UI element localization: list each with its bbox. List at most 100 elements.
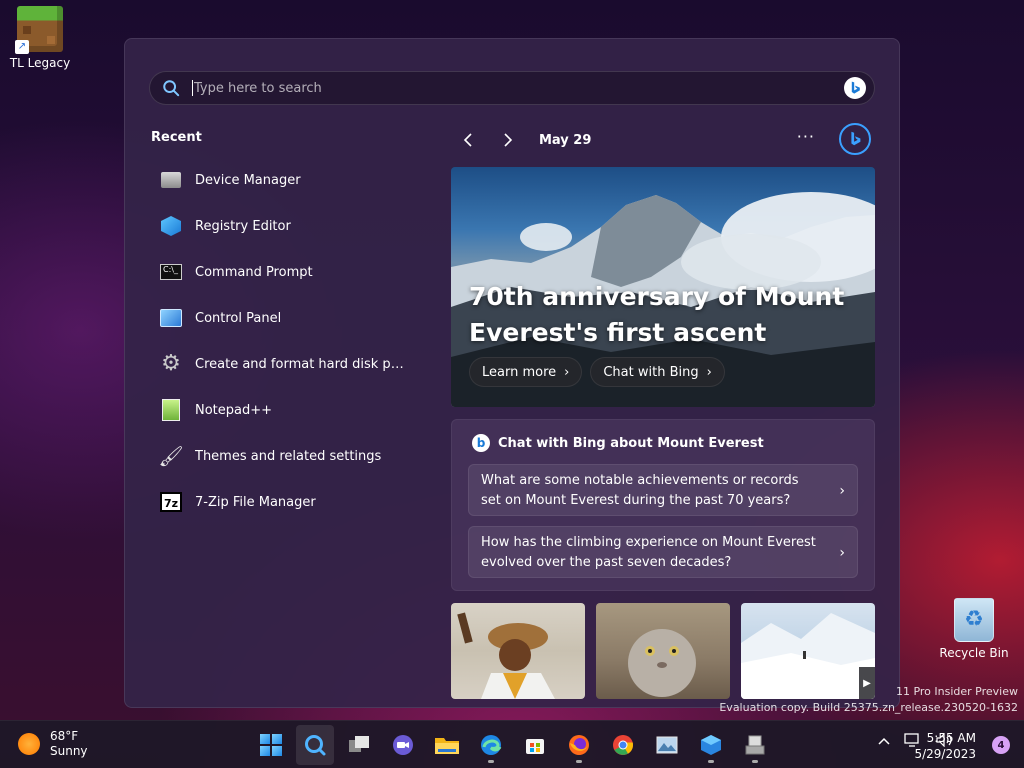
seven-zip-icon: 7z (159, 490, 183, 514)
search-icon (305, 735, 326, 756)
firefox-icon (569, 735, 589, 755)
recent-item-disk-management[interactable]: ⚙ Create and format hard disk par... (159, 341, 429, 387)
recent-item-label: Create and format hard disk par... (195, 356, 405, 372)
wild-cat-image (628, 629, 696, 697)
teams-chat-button[interactable] (384, 725, 422, 765)
search-icon (163, 80, 180, 97)
sun-icon (18, 733, 40, 755)
paintbrush-icon: 🖌 (158, 444, 184, 468)
notification-badge[interactable]: 4 (992, 736, 1010, 754)
recent-heading: Recent (151, 130, 202, 145)
search-input[interactable] (194, 80, 844, 96)
chat-question-1[interactable]: What are some notable achievements or re… (468, 464, 858, 516)
highlights-date: May 29 (539, 132, 592, 148)
notepad-plus-plus-icon (159, 398, 183, 422)
hero-actions: Learn more › Chat with Bing › (469, 357, 725, 387)
taskbar: 68°F Sunny 5:55 AM 5/29/2023 4 (0, 720, 1024, 768)
recent-item-7zip[interactable]: 7z 7-Zip File Manager (159, 479, 429, 525)
desktop-shortcut-tl-legacy[interactable]: ↗ TL Legacy (0, 6, 80, 70)
running-indicator (752, 760, 758, 763)
file-explorer-button[interactable] (428, 725, 466, 765)
learn-more-label: Learn more (482, 364, 557, 380)
weather-widget[interactable]: 68°F Sunny (18, 729, 88, 759)
recent-item-label: Command Prompt (195, 264, 313, 280)
recent-item-device-manager[interactable]: Device Manager (159, 157, 429, 203)
search-box[interactable] (149, 71, 875, 105)
edge-browser-icon (481, 735, 502, 755)
clock-time: 5:55 AM (926, 731, 976, 745)
running-indicator (488, 760, 494, 763)
hero-card[interactable]: 70th anniversary of Mount Everest's firs… (451, 167, 875, 407)
chevron-left-icon (463, 133, 472, 147)
chevron-right-icon: › (706, 364, 712, 380)
clock[interactable]: 5:55 AM 5/29/2023 (914, 730, 976, 762)
bing-chat-card: b Chat with Bing about Mount Everest Wha… (451, 419, 875, 591)
chevron-right-icon: › (564, 364, 570, 380)
show-hidden-icons-button[interactable] (878, 734, 890, 750)
chat-question-text: How has the climbing experience on Mount… (481, 535, 816, 570)
recent-item-label: Device Manager (195, 172, 301, 188)
thumbnail-climber[interactable] (451, 603, 585, 699)
recent-item-registry-editor[interactable]: Registry Editor (159, 203, 429, 249)
search-button[interactable] (296, 725, 334, 765)
chevron-right-icon (504, 133, 513, 147)
folder-icon (435, 738, 459, 754)
recycle-bin-label: Recycle Bin (939, 646, 1009, 660)
video-chat-icon (393, 735, 413, 755)
recent-item-themes[interactable]: 🖌 Themes and related settings (158, 433, 429, 479)
disk-management-icon: ⚙ (161, 351, 181, 376)
windows-logo-icon (260, 734, 282, 756)
registry-editor-icon (701, 735, 721, 755)
bing-icon[interactable] (844, 77, 866, 99)
running-indicator (708, 760, 714, 763)
chat-with-bing-label: Chat with Bing (603, 364, 699, 380)
recent-item-control-panel[interactable]: Control Panel (159, 295, 429, 341)
chat-question-text: What are some notable achievements or re… (481, 473, 799, 508)
recent-item-label: Registry Editor (195, 218, 291, 234)
chrome-icon (613, 735, 634, 755)
shortcut-arrow-icon: ↗ (15, 40, 29, 54)
recent-item-command-prompt[interactable]: C:\_ Command Prompt (159, 249, 429, 295)
store-icon (526, 739, 544, 754)
recent-item-notepad-plus-plus[interactable]: Notepad++ (159, 387, 429, 433)
start-button[interactable] (252, 725, 290, 765)
chevron-up-icon (878, 737, 890, 745)
chat-card-title: Chat with Bing about Mount Everest (498, 435, 764, 451)
chat-question-2[interactable]: How has the climbing experience on Mount… (468, 526, 858, 578)
device-manager-icon (745, 735, 765, 755)
bing-icon: b (472, 434, 490, 452)
recent-list: Device Manager Registry Editor C:\_ Comm… (158, 157, 429, 525)
store-button[interactable] (516, 725, 554, 765)
photos-icon (656, 736, 678, 754)
chrome-button[interactable] (604, 725, 642, 765)
registry-editor-icon (159, 214, 183, 238)
bing-icon (851, 131, 861, 146)
thumbnail-wild-cat[interactable] (596, 603, 730, 699)
task-view-icon (349, 736, 369, 752)
edge-button[interactable] (472, 725, 510, 765)
search-panel: Recent Device Manager Registry Editor C:… (124, 38, 900, 708)
device-manager-icon (159, 168, 183, 192)
recent-item-label: Notepad++ (195, 402, 273, 418)
more-options-button[interactable]: ··· (797, 127, 815, 146)
photos-button[interactable] (648, 725, 686, 765)
highlights-nav: May 29 ··· (455, 123, 875, 155)
bing-chat-button[interactable] (839, 123, 871, 155)
desktop-recycle-bin[interactable]: Recycle Bin (934, 598, 1014, 660)
clock-date: 5/29/2023 (914, 747, 976, 761)
weather-condition: Sunny (50, 744, 88, 758)
next-day-button[interactable] (495, 127, 521, 153)
learn-more-button[interactable]: Learn more › (469, 357, 583, 387)
chevron-right-icon: › (839, 545, 845, 561)
chat-card-header: b Chat with Bing about Mount Everest (472, 434, 764, 452)
chevron-right-icon: › (839, 483, 845, 499)
previous-day-button[interactable] (455, 127, 481, 153)
running-indicator (576, 760, 582, 763)
task-view-button[interactable] (340, 725, 378, 765)
device-manager-button[interactable] (736, 725, 774, 765)
command-prompt-icon: C:\_ (159, 260, 183, 284)
registry-editor-button[interactable] (692, 725, 730, 765)
firefox-button[interactable] (560, 725, 598, 765)
recent-item-label: Control Panel (195, 310, 282, 326)
chat-with-bing-button[interactable]: Chat with Bing › (590, 357, 725, 387)
